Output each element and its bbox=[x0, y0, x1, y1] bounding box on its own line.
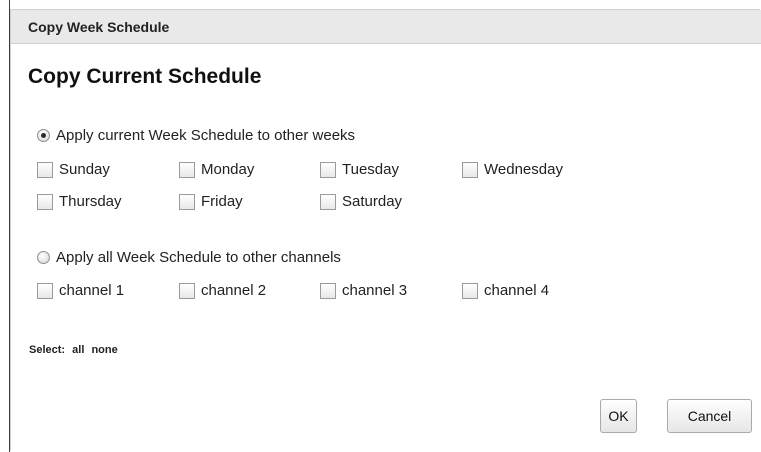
day-checkbox-saturday[interactable]: Saturday bbox=[320, 193, 402, 210]
dialog-title: Copy Week Schedule bbox=[28, 19, 170, 35]
apply-to-channels-radio[interactable] bbox=[37, 251, 50, 264]
day-checkbox-thursday[interactable]: Thursday bbox=[37, 193, 122, 210]
channel-label: channel 1 bbox=[59, 282, 125, 299]
apply-to-channels-label: Apply all Week Schedule to other channel… bbox=[56, 249, 341, 266]
day-label: Tuesday bbox=[342, 161, 399, 178]
dialog-titlebar[interactable]: Copy Week Schedule bbox=[11, 10, 761, 44]
checkbox[interactable] bbox=[179, 161, 195, 178]
day-label: Friday bbox=[201, 193, 243, 210]
channel-checkbox-1[interactable]: channel 1 bbox=[37, 282, 124, 299]
day-checkbox-wednesday[interactable]: Wednesday bbox=[462, 161, 563, 178]
copy-week-schedule-dialog: Copy Week Schedule Copy Current Schedule… bbox=[10, 9, 761, 450]
day-checkbox-sunday[interactable]: Sunday bbox=[37, 161, 110, 178]
checkbox[interactable] bbox=[462, 282, 478, 299]
dialog-heading: Copy Current Schedule bbox=[28, 65, 262, 88]
cancel-button[interactable]: Cancel bbox=[667, 399, 752, 433]
apply-to-channels-option[interactable]: Apply all Week Schedule to other channel… bbox=[37, 249, 341, 266]
checkbox[interactable] bbox=[320, 193, 336, 210]
checkbox[interactable] bbox=[179, 193, 195, 210]
channel-label: channel 2 bbox=[201, 282, 267, 299]
select-label: Select: bbox=[29, 344, 66, 356]
day-label: Thursday bbox=[59, 193, 122, 210]
checkbox[interactable] bbox=[179, 282, 195, 299]
channel-checkbox-4[interactable]: channel 4 bbox=[462, 282, 549, 299]
checkbox[interactable] bbox=[462, 161, 478, 178]
day-label: Wednesday bbox=[484, 161, 563, 178]
checkbox[interactable] bbox=[37, 161, 53, 178]
channel-label: channel 3 bbox=[342, 282, 408, 299]
checkbox[interactable] bbox=[37, 193, 53, 210]
select-none-link[interactable]: none bbox=[91, 344, 117, 356]
channel-label: channel 4 bbox=[484, 282, 550, 299]
day-label: Monday bbox=[201, 161, 255, 178]
day-checkbox-friday[interactable]: Friday bbox=[179, 193, 243, 210]
day-checkbox-monday[interactable]: Monday bbox=[179, 161, 254, 178]
checkbox[interactable] bbox=[37, 282, 53, 299]
select-all-link[interactable]: all bbox=[72, 344, 84, 356]
day-checkbox-tuesday[interactable]: Tuesday bbox=[320, 161, 399, 178]
apply-to-weeks-option[interactable]: Apply current Week Schedule to other wee… bbox=[37, 127, 355, 144]
apply-to-weeks-radio[interactable] bbox=[37, 129, 50, 142]
day-label: Saturday bbox=[342, 193, 403, 210]
channel-checkbox-2[interactable]: channel 2 bbox=[179, 282, 266, 299]
ok-button[interactable]: OK bbox=[600, 399, 637, 433]
day-label: Sunday bbox=[59, 161, 110, 178]
checkbox[interactable] bbox=[320, 161, 336, 178]
apply-to-weeks-label: Apply current Week Schedule to other wee… bbox=[56, 127, 356, 144]
checkbox[interactable] bbox=[320, 282, 336, 299]
channel-checkbox-3[interactable]: channel 3 bbox=[320, 282, 407, 299]
select-row: Select: all none bbox=[29, 344, 122, 356]
